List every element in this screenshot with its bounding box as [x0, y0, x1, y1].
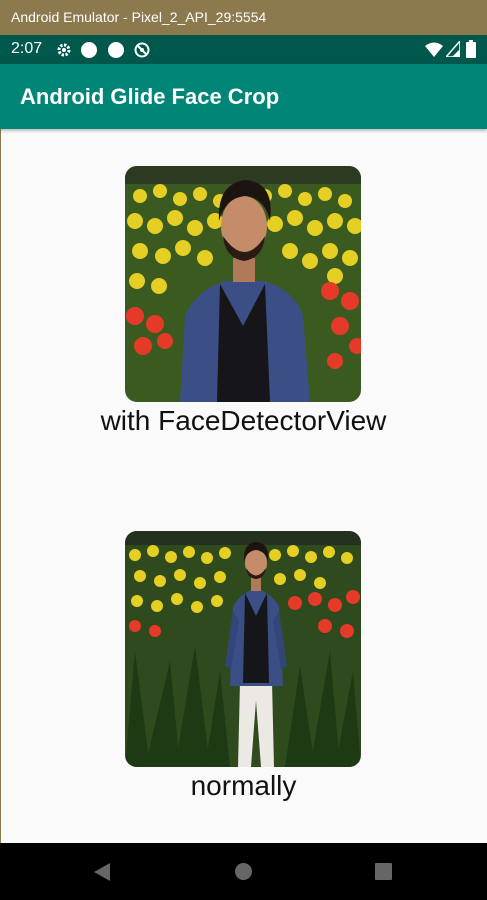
navigation-bar	[0, 843, 487, 900]
settings-icon	[56, 42, 72, 63]
notification-dot-icon	[81, 42, 97, 63]
home-icon[interactable]	[235, 863, 252, 885]
do-not-disturb-icon	[134, 42, 150, 63]
status-bar: 2:07	[0, 35, 487, 64]
back-icon[interactable]	[93, 862, 111, 887]
window-border	[0, 35, 1, 843]
window-title: Android Emulator - Pixel_2_API_29:5554	[11, 9, 267, 25]
face-cropped-image	[125, 166, 361, 402]
notification-dot-icon	[108, 42, 124, 63]
battery-icon	[466, 40, 476, 63]
wifi-icon	[425, 41, 443, 62]
app-bar: Android Glide Face Crop	[0, 64, 487, 129]
recents-icon[interactable]	[375, 863, 392, 885]
app-title: Android Glide Face Crop	[20, 84, 280, 109]
caption-face-detector: with FaceDetectorView	[100, 405, 387, 436]
normal-image	[125, 531, 361, 767]
caption-normally: normally	[190, 770, 297, 801]
signal-icon	[444, 39, 461, 62]
window-title-bar: Android Emulator - Pixel_2_API_29:5554	[0, 0, 487, 35]
status-time: 2:07	[11, 40, 43, 57]
